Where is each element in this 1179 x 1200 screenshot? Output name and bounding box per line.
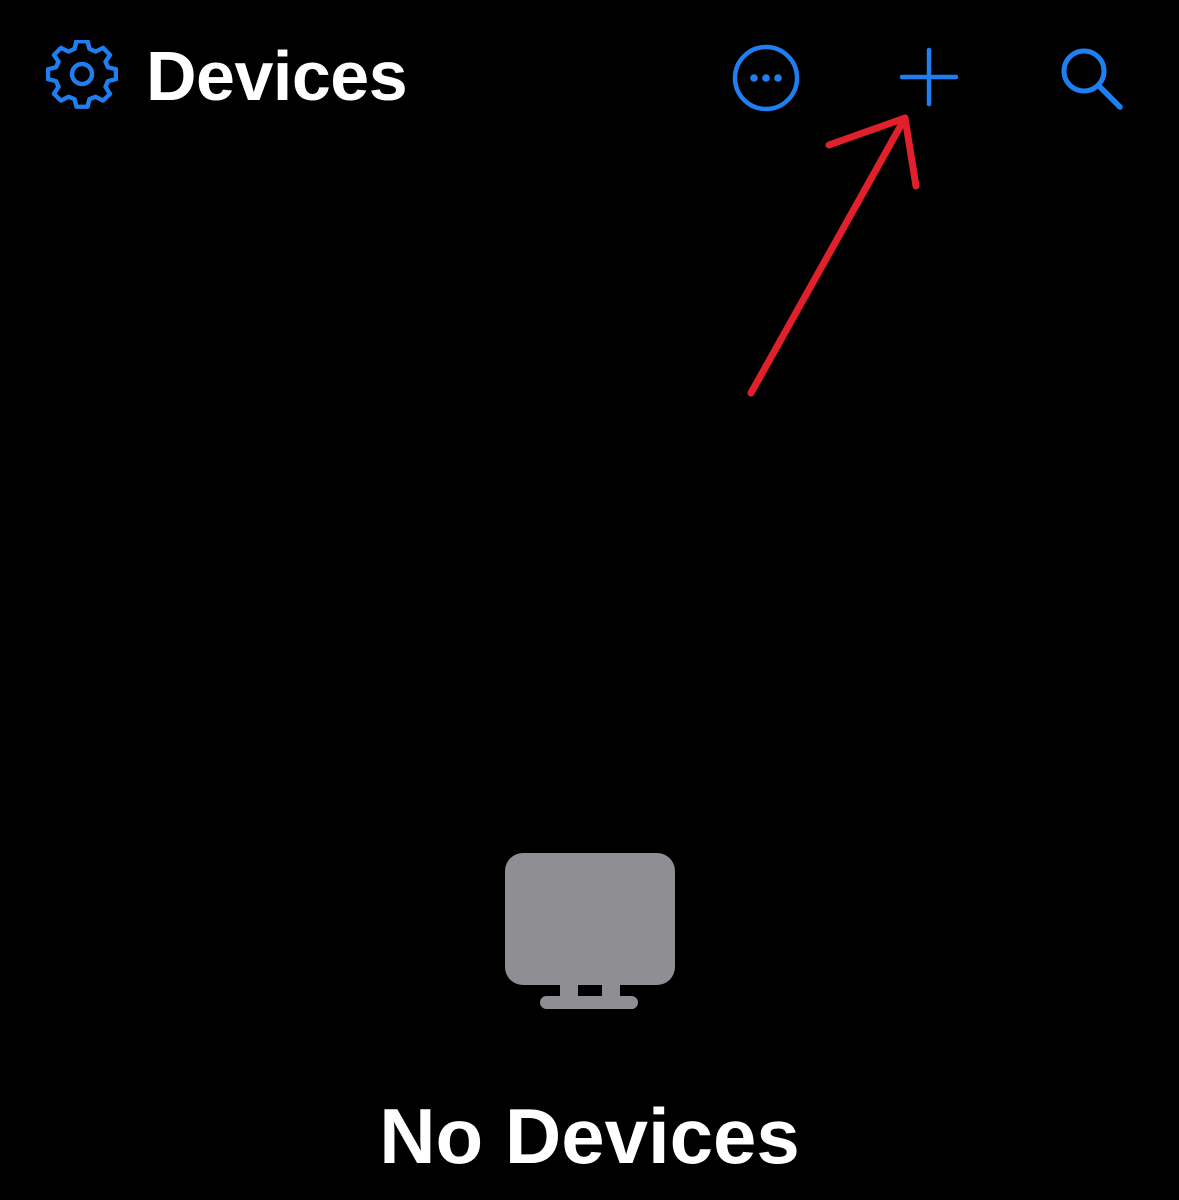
more-options-button[interactable] — [731, 43, 801, 113]
empty-state-title: No Devices — [379, 1092, 800, 1180]
empty-state-subtitle: PCs that you add or that are published t… — [0, 1191, 1179, 1200]
search-button[interactable] — [1056, 46, 1128, 112]
plus-icon — [899, 47, 959, 107]
add-button[interactable] — [897, 46, 961, 110]
search-icon — [1061, 48, 1123, 110]
devices-screen: Devices No Devices — [0, 0, 1179, 1200]
page-title: Devices — [146, 37, 408, 115]
navigation-header: Devices — [0, 0, 1179, 150]
gear-icon — [45, 39, 119, 109]
empty-state: No Devices PCs that you add or that are … — [0, 845, 1179, 1200]
monitor-icon — [504, 853, 675, 1009]
settings-button[interactable] — [45, 39, 119, 112]
ellipsis-circle-icon — [732, 44, 800, 112]
